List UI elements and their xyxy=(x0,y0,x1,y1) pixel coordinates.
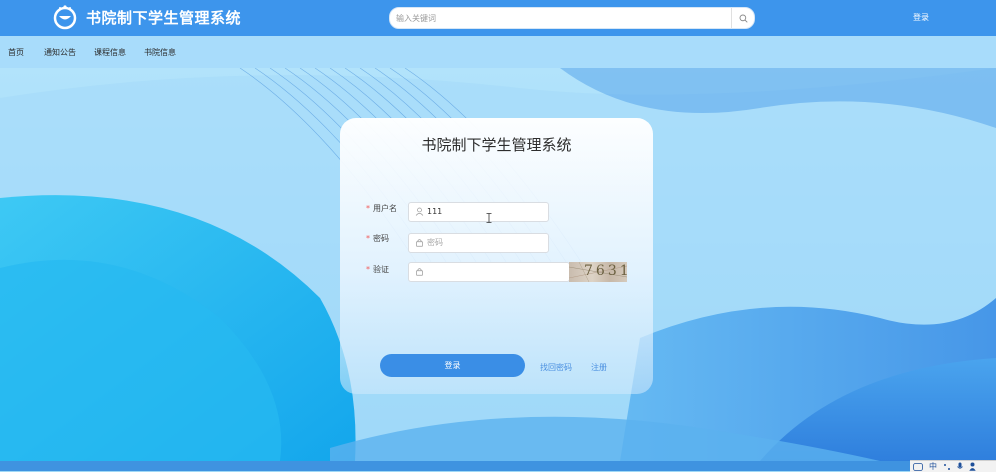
login-title: 书院制下学生管理系统 xyxy=(421,136,572,154)
captcha-code: 7631 xyxy=(584,263,627,279)
ime-toolbar: 中 xyxy=(910,460,996,472)
nav-item-colleges[interactable]: 书院信息 xyxy=(144,47,176,58)
password-input[interactable] xyxy=(427,234,545,251)
header-login-link[interactable]: 登录 xyxy=(913,12,929,23)
captcha-image[interactable]: 7631 xyxy=(569,262,627,282)
lock-icon xyxy=(416,239,423,247)
main-nav: 首页 通知公告 课程信息 书院信息 xyxy=(0,36,996,68)
nav-item-courses[interactable]: 课程信息 xyxy=(94,47,126,58)
captcha-field xyxy=(408,262,570,282)
app-title: 书院制下学生管理系统 xyxy=(86,9,242,27)
user-icon[interactable] xyxy=(969,462,976,471)
nav-item-notices[interactable]: 通知公告 xyxy=(44,47,76,58)
nav-item-home[interactable]: 首页 xyxy=(8,47,24,58)
user-icon xyxy=(415,207,424,216)
search-input[interactable] xyxy=(390,8,736,28)
login-button[interactable]: 登录 xyxy=(380,354,525,377)
text-cursor-icon xyxy=(486,213,492,223)
bottom-strip xyxy=(0,461,996,471)
password-field xyxy=(408,233,549,253)
punctuation-icon[interactable] xyxy=(943,463,951,471)
register-link[interactable]: 注册 xyxy=(591,362,607,373)
username-field xyxy=(408,202,549,222)
mic-icon[interactable] xyxy=(957,462,963,471)
forgot-password-link[interactable]: 找回密码 xyxy=(540,362,572,373)
search-button[interactable] xyxy=(731,8,754,28)
password-label: * 密码 xyxy=(366,234,389,243)
ime-mode-indicator[interactable]: 中 xyxy=(929,461,937,472)
top-header: 书院制下学生管理系统 登录 xyxy=(0,0,996,36)
captcha-label: * 验证 xyxy=(366,265,389,274)
logo-icon[interactable] xyxy=(52,4,78,30)
login-card: 书院制下学生管理系统 xyxy=(340,118,653,394)
keyboard-icon[interactable] xyxy=(913,462,923,471)
username-label: * 用户名 xyxy=(366,204,397,213)
search-icon xyxy=(739,14,748,23)
lock-icon xyxy=(416,268,423,276)
captcha-input[interactable] xyxy=(427,263,565,280)
search-box xyxy=(389,7,755,29)
